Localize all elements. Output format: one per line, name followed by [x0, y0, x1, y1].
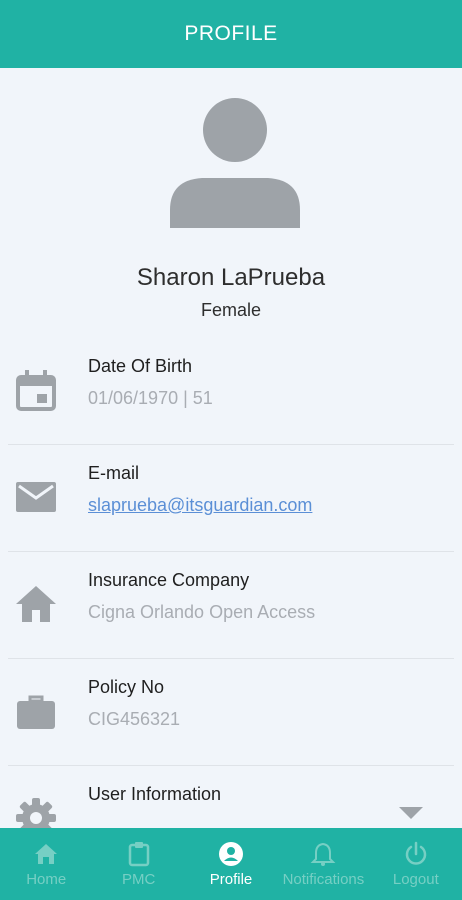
- nav-notifications[interactable]: Notifications: [277, 828, 369, 900]
- nav-notifications-label: Notifications: [282, 870, 365, 888]
- policy-row: Policy No CIG456321: [0, 659, 462, 766]
- home-icon: [16, 586, 56, 622]
- clipboard-icon: [128, 841, 149, 866]
- email-icon: [16, 482, 56, 512]
- avatar-icon: [170, 98, 300, 228]
- profile-content[interactable]: Sharon LaPrueba Female Date Of Birth 01/…: [0, 68, 462, 828]
- user-information-row[interactable]: User Information: [0, 766, 462, 828]
- nav-home-label: Home: [26, 870, 67, 888]
- gear-icon: [16, 798, 56, 828]
- nav-logout-label: Logout: [392, 870, 439, 888]
- policy-label: Policy No: [88, 677, 165, 697]
- user-information-label: User Information: [88, 784, 222, 804]
- nav-pmc[interactable]: PMC: [92, 828, 184, 900]
- profile-gender: Female: [200, 300, 262, 320]
- nav-pmc-label: PMC: [121, 870, 156, 888]
- calendar-icon: [16, 370, 56, 411]
- dob-row: Date Of Birth 01/06/1970 | 51: [0, 338, 462, 445]
- dob-value: 01/06/1970 | 51: [88, 388, 213, 408]
- insurance-row: Insurance Company Cigna Orlando Open Acc…: [0, 552, 462, 659]
- insurance-value: Cigna Orlando Open Access: [88, 602, 316, 622]
- profile-icon: [219, 841, 244, 866]
- email-label: E-mail: [88, 463, 140, 483]
- profile-name: Sharon LaPrueba: [136, 264, 326, 291]
- bell-icon: [311, 842, 336, 866]
- insurance-label: Insurance Company: [88, 570, 250, 590]
- policy-value: CIG456321: [88, 709, 181, 729]
- chevron-down-icon[interactable]: [398, 806, 424, 820]
- nav-profile-label: Profile: [209, 870, 253, 888]
- nav-profile[interactable]: Profile: [185, 828, 277, 900]
- power-icon: [405, 841, 427, 865]
- nav-logout[interactable]: Logout: [370, 828, 462, 900]
- briefcase-icon: [17, 695, 55, 729]
- email-link[interactable]: slaprueba@itsguardian.com: [88, 495, 312, 516]
- app-header: PROFILE: [0, 0, 462, 68]
- home-icon: [35, 843, 58, 864]
- dob-label: Date Of Birth: [88, 356, 193, 376]
- nav-home[interactable]: Home: [0, 828, 92, 900]
- bottom-nav: Home PMC Profile Notifications Logout: [0, 828, 462, 900]
- email-row: E-mail slaprueba@itsguardian.com: [0, 445, 462, 552]
- page-title: PROFILE: [184, 22, 278, 45]
